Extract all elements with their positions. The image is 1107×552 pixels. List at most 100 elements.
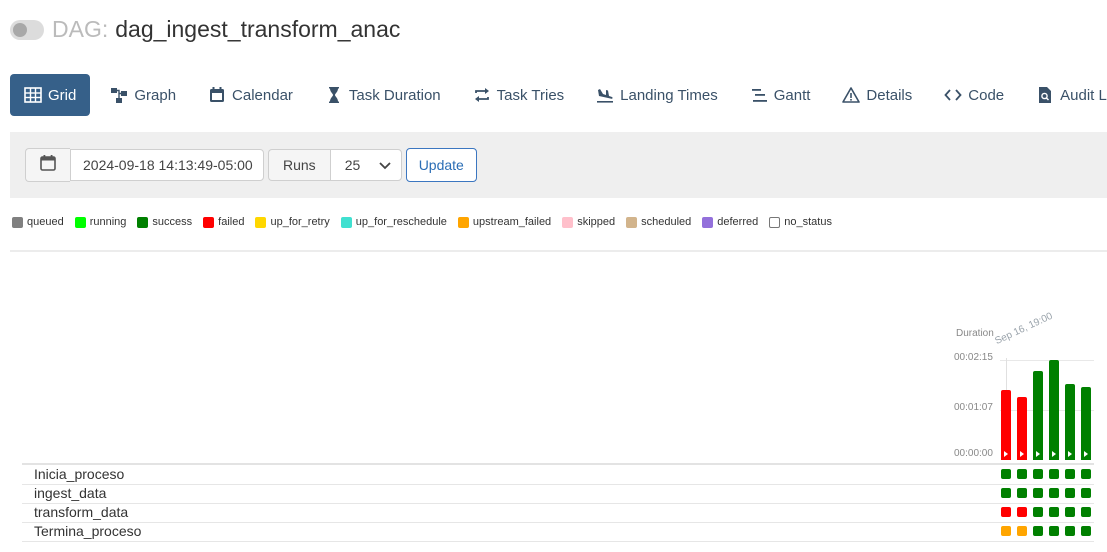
chevron-down-icon <box>379 157 391 173</box>
tab-details[interactable]: Details <box>826 74 928 116</box>
duration-bar[interactable] <box>1001 390 1011 460</box>
task-instance-cell[interactable] <box>1081 488 1091 498</box>
tab-calendar[interactable]: Calendar <box>192 74 309 116</box>
task-instance-cell[interactable] <box>1033 507 1043 517</box>
legend-item-no-status[interactable]: no_status <box>769 216 832 228</box>
date-picker-button[interactable] <box>25 148 70 182</box>
task-instance-cell[interactable] <box>1033 488 1043 498</box>
task-row[interactable]: transform_data <box>22 503 1094 523</box>
tab-label: Landing Times <box>620 86 718 104</box>
legend-item-scheduled[interactable]: scheduled <box>626 216 691 228</box>
state-legend: queued running success failed up_for_retry up… <box>12 216 843 228</box>
grid-controls: 2024-09-18 14:13:49-05:00 Runs 25 Update <box>10 132 1107 198</box>
hourglass-icon <box>325 86 343 104</box>
tab-audit-log[interactable]: Audit Log <box>1020 74 1107 116</box>
task-instance-cell[interactable] <box>1001 526 1011 536</box>
dag-pause-toggle[interactable] <box>10 19 44 40</box>
task-name[interactable]: Inicia_proceso <box>34 466 124 482</box>
task-instance-cell[interactable] <box>1081 526 1091 536</box>
task-row[interactable]: ingest_data <box>22 484 1094 504</box>
legend-item-up-for-reschedule[interactable]: up_for_reschedule <box>340 216 447 228</box>
legend-label: skipped <box>577 216 616 228</box>
duration-bar[interactable] <box>1017 397 1027 460</box>
legend-item-up-for-retry[interactable]: up_for_retry <box>255 216 330 228</box>
tab-label: Graph <box>134 86 177 104</box>
legend-label: scheduled <box>641 216 692 228</box>
task-instance-cell[interactable] <box>1001 469 1011 479</box>
duration-title: Duration <box>956 328 994 339</box>
tab-grid[interactable]: Grid <box>10 74 91 116</box>
task-name[interactable]: transform_data <box>34 504 128 520</box>
tab-landing-times[interactable]: Landing Times <box>580 74 734 116</box>
task-name[interactable]: ingest_data <box>34 485 106 501</box>
task-instance-cell[interactable] <box>1065 469 1075 479</box>
view-tabs: Grid Graph Calendar Task Duration Task T… <box>10 74 1107 116</box>
tab-label: Details <box>866 86 913 104</box>
task-name[interactable]: Termina_proceso <box>34 523 141 539</box>
tab-label: Task Duration <box>348 86 441 104</box>
runs-select[interactable]: 25 <box>329 149 402 181</box>
task-instance-cell[interactable] <box>1049 488 1059 498</box>
legend-item-success[interactable]: success <box>137 216 192 228</box>
tab-label: Calendar <box>232 86 293 104</box>
duration-gridline <box>1000 410 1094 411</box>
task-instance-cell[interactable] <box>1065 507 1075 517</box>
legend-label: up_for_reschedule <box>355 216 447 228</box>
task-instance-cell[interactable] <box>1001 507 1011 517</box>
tab-task-tries[interactable]: Task Tries <box>457 74 581 116</box>
legend-item-upstream-failed[interactable]: upstream_failed <box>457 216 552 228</box>
legend-label: no_status <box>784 216 832 228</box>
legend-swatch <box>769 216 781 228</box>
task-instance-cell[interactable] <box>1065 526 1075 536</box>
play-icon <box>1004 451 1008 457</box>
legend-item-deferred[interactable]: deferred <box>702 216 758 228</box>
toggle-knob <box>13 22 27 37</box>
calendar-icon <box>39 154 57 177</box>
task-instance-cell[interactable] <box>1081 507 1091 517</box>
duration-tick-zero: 00:00:00 <box>954 448 993 459</box>
duration-bar[interactable] <box>1065 384 1075 460</box>
code-icon <box>944 86 962 104</box>
task-instance-cell[interactable] <box>1017 507 1027 517</box>
legend-swatch <box>255 216 267 228</box>
legend-swatch <box>562 216 574 228</box>
tab-gantt[interactable]: Gantt <box>734 74 827 116</box>
legend-swatch <box>626 216 638 228</box>
task-instance-cell[interactable] <box>1017 488 1027 498</box>
legend-item-skipped[interactable]: skipped <box>562 216 615 228</box>
play-icon <box>1052 451 1056 457</box>
tab-task-duration[interactable]: Task Duration <box>309 74 457 116</box>
task-instance-cell[interactable] <box>1001 488 1011 498</box>
task-instance-cell[interactable] <box>1033 526 1043 536</box>
legend-label: upstream_failed <box>472 216 552 228</box>
legend-item-failed[interactable]: failed <box>203 216 244 228</box>
legend-label: deferred <box>717 216 759 228</box>
task-instance-cell[interactable] <box>1049 469 1059 479</box>
legend-item-queued[interactable]: queued <box>12 216 64 228</box>
graph-icon <box>110 86 128 104</box>
tab-code[interactable]: Code <box>928 74 1020 116</box>
legend-label: up_for_retry <box>270 216 330 228</box>
warning-triangle-icon <box>842 86 861 104</box>
task-instance-cell[interactable] <box>1049 526 1059 536</box>
legend-label: running <box>89 216 127 228</box>
duration-bar[interactable] <box>1081 387 1091 460</box>
task-row[interactable]: Termina_proceso <box>22 522 1094 542</box>
legend-item-running[interactable]: running <box>74 216 127 228</box>
task-instance-cell[interactable] <box>1065 488 1075 498</box>
duration-tick-mid: 00:01:07 <box>954 402 993 413</box>
base-date-input[interactable]: 2024-09-18 14:13:49-05:00 <box>70 149 264 181</box>
task-instance-cell[interactable] <box>1017 526 1027 536</box>
tab-graph[interactable]: Graph <box>94 74 192 116</box>
task-row[interactable]: Inicia_proceso <box>22 465 1094 485</box>
tab-label: Audit Log <box>1060 86 1107 104</box>
update-button[interactable]: Update <box>405 148 477 182</box>
duration-bar[interactable] <box>1049 360 1059 460</box>
task-instance-cell[interactable] <box>1049 507 1059 517</box>
task-instance-cell[interactable] <box>1033 469 1043 479</box>
duration-bar[interactable] <box>1033 371 1043 460</box>
legend-swatch <box>203 216 215 228</box>
task-instance-cell[interactable] <box>1081 469 1091 479</box>
task-instance-cell[interactable] <box>1017 469 1027 479</box>
play-icon <box>1036 451 1040 457</box>
